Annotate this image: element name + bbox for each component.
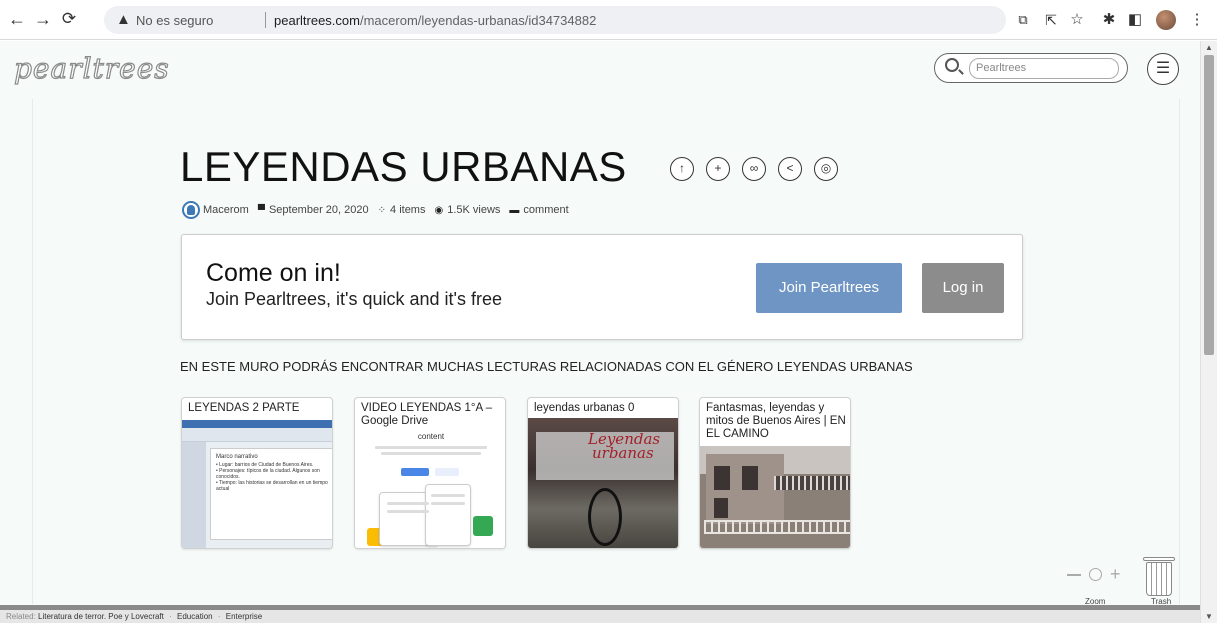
card-title: VIDEO LEYENDAS 1°A – Google Drive (361, 402, 493, 427)
url-text: pearltrees.com/macerom/leyendas-urbanas/… (274, 13, 596, 28)
thumbnail-text: content (417, 432, 445, 441)
extensions-icon[interactable]: ✱ (1098, 10, 1120, 30)
side-panel-icon[interactable]: ◧ (1124, 10, 1146, 30)
card-title: Fantasmas, leyendas y mitos de Buenos Ai… (706, 402, 846, 440)
warning-icon: ▲ (116, 11, 131, 28)
browser-toolbar: ← → ⟳ ▲ No es seguro pearltrees.com/mace… (0, 0, 1217, 40)
date-text: September 20, 2020 (268, 204, 369, 216)
security-status: No es seguro (136, 13, 214, 28)
related-link[interactable]: Literatura de terror. Poe y Lovecraft (38, 612, 164, 621)
address-bar[interactable]: ▲ No es seguro pearltrees.com/macerom/le… (104, 6, 1006, 34)
profile-avatar[interactable] (1156, 10, 1176, 30)
card-title: LEYENDAS 2 PARTE (188, 402, 300, 414)
scroll-up-icon[interactable]: ▲ (1205, 43, 1213, 52)
pearl-card[interactable]: VIDEO LEYENDAS 1°A – Google Drive conten… (354, 397, 506, 549)
trash-icon[interactable] (1146, 562, 1172, 596)
url-host: pearltrees.com (274, 13, 360, 28)
thumbnail-text: Marco narrativo • Lugar: barrios de Ciud… (216, 454, 328, 492)
page-title: LEYENDAS URBANAS (180, 143, 627, 190)
browser-menu-icon[interactable]: ⋮ (1186, 10, 1208, 30)
share-icon[interactable]: ⇱ (1040, 10, 1062, 30)
search-input[interactable]: Pearltrees (969, 58, 1119, 79)
card-thumbnail: Leyendas urbanas (528, 418, 678, 548)
thumbnail-logo: Leyendas urbanas (588, 430, 661, 462)
forward-icon[interactable]: → (32, 8, 54, 30)
login-button[interactable]: Log in (922, 263, 1004, 313)
trash-lid-icon (1143, 557, 1175, 561)
related-link[interactable]: Enterprise (226, 612, 262, 621)
collection-meta: Macerom ▀ September 20, 2020 ⁘ 4 items ◉ 1.… (182, 200, 578, 220)
card-thumbnail (700, 446, 850, 548)
author-link[interactable]: Macerom (203, 204, 249, 216)
join-title: Come on in! (206, 259, 341, 287)
search-icon[interactable] (945, 58, 959, 72)
related-footer: Related: Literatura de terror. Poe y Lov… (0, 610, 1200, 623)
upload-icon[interactable]: ↑ (670, 157, 694, 181)
page-content: pearltrees Pearltrees ☰ LEYENDAS URBANAS… (0, 41, 1200, 610)
zoom-out-button[interactable] (1067, 574, 1081, 576)
items-count: 4 items (390, 204, 426, 216)
card-thumbnail: content (355, 432, 505, 548)
pearltrees-logo[interactable]: pearltrees (13, 51, 170, 85)
card-title: leyendas urbanas 0 (534, 402, 635, 414)
join-banner: Come on in! Join Pearltrees, it's quick … (181, 234, 1023, 340)
team-icon[interactable]: ∞ (742, 157, 766, 181)
scrollbar[interactable]: ▲ ▼ (1200, 41, 1217, 623)
comment-icon: ▬ (509, 204, 520, 216)
related-link[interactable]: Education (177, 612, 213, 621)
eye-icon: ◉ (434, 204, 444, 216)
join-subtitle: Join Pearltrees, it's quick and it's fre… (206, 289, 503, 309)
scroll-thumb[interactable] (1204, 55, 1214, 355)
comment-link[interactable]: comment (523, 204, 568, 216)
related-label: Related: (6, 612, 36, 621)
pearl-card[interactable]: LEYENDAS 2 PARTE Marco narrativo • Lugar… (181, 397, 333, 549)
join-button[interactable]: Join Pearltrees (756, 263, 902, 313)
bookmark-star-icon[interactable]: ☆ (1066, 10, 1088, 30)
url-path: /macerom/leyendas-urbanas/id34734882 (359, 13, 597, 28)
divider (265, 12, 266, 28)
add-collection-icon[interactable]: + (706, 157, 730, 181)
grid-icon: ⁘ (377, 204, 387, 216)
target-icon[interactable]: ◎ (814, 157, 838, 181)
views-count: 1.5K views (447, 204, 501, 216)
pearl-card[interactable]: leyendas urbanas 0 Leyendas urbanas (527, 397, 679, 549)
avatar[interactable] (182, 201, 200, 219)
calendar-icon: ▀ (257, 204, 265, 216)
collection-description: EN ESTE MURO PODRÁS ENCONTRAR MUCHAS LEC… (180, 359, 913, 374)
zoom-in-button[interactable]: + (1110, 565, 1121, 583)
reload-icon[interactable]: ⟳ (58, 8, 80, 30)
share-icon[interactable]: < (778, 157, 802, 181)
menu-icon[interactable]: ☰ (1147, 53, 1179, 85)
scroll-down-icon[interactable]: ▼ (1205, 612, 1213, 621)
zoom-slider[interactable] (1089, 568, 1102, 581)
back-icon[interactable]: ← (6, 8, 28, 30)
search-bar[interactable]: Pearltrees (934, 53, 1128, 83)
pearl-card[interactable]: Fantasmas, leyendas y mitos de Buenos Ai… (699, 397, 851, 549)
translate-icon[interactable]: ⧉ (1012, 10, 1034, 30)
card-thumbnail: Marco narrativo • Lugar: barrios de Ciud… (182, 420, 332, 548)
